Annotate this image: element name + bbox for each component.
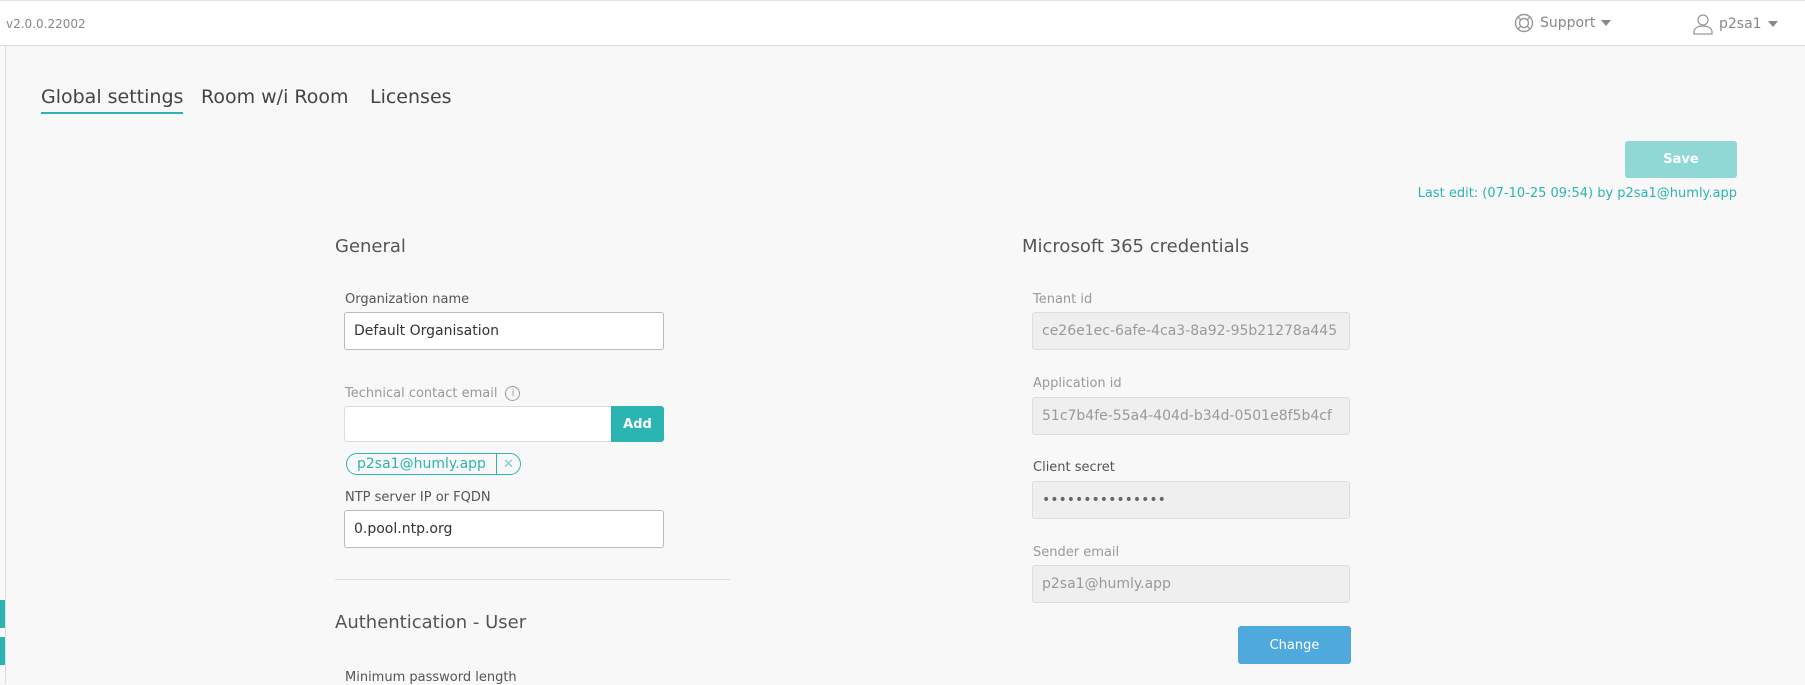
- support-menu[interactable]: Support: [1514, 13, 1612, 33]
- tenant-input[interactable]: ce26e1ec-6afe-4ca3-8a92-95b21278a445: [1032, 312, 1350, 350]
- add-email-button[interactable]: Add: [611, 406, 664, 442]
- user-label: p2sa1: [1719, 16, 1762, 32]
- tenant-label: Tenant id: [1033, 292, 1093, 307]
- section-divider: [335, 579, 730, 580]
- auth-heading: Authentication - User: [335, 612, 527, 633]
- tech-email-label-row: Technical contact email i: [345, 386, 521, 401]
- sidebar-edge: [5, 46, 6, 684]
- general-heading: General: [335, 236, 406, 257]
- close-icon[interactable]: ✕: [495, 454, 520, 474]
- user-icon: [1693, 14, 1713, 35]
- org-name-label: Organization name: [345, 292, 470, 307]
- ntp-input[interactable]: 0.pool.ntp.org: [344, 510, 664, 548]
- app-id-input[interactable]: 51c7b4fe-55a4-404d-b34d-0501e8f5b4cf: [1032, 397, 1350, 435]
- chevron-down-icon: [1601, 20, 1612, 26]
- ntp-label: NTP server IP or FQDN: [345, 490, 491, 505]
- email-chip: p2sa1@humly.app ✕: [346, 453, 521, 475]
- version-label: v2.0.0.22002: [6, 17, 86, 31]
- ms365-heading: Microsoft 365 credentials: [1022, 236, 1250, 257]
- save-button[interactable]: Save: [1625, 141, 1737, 178]
- tech-email-label: Technical contact email: [345, 386, 498, 401]
- app-id-label: Application id: [1033, 376, 1122, 391]
- chevron-down-icon: [1767, 21, 1778, 27]
- tab-licenses[interactable]: Licenses: [370, 86, 452, 112]
- org-name-input[interactable]: Default Organisation: [344, 312, 664, 350]
- client-secret-label: Client secret: [1033, 460, 1115, 475]
- support-label: Support: [1540, 15, 1596, 31]
- tab-global-settings[interactable]: Global settings: [41, 86, 184, 114]
- info-icon[interactable]: i: [505, 386, 521, 401]
- client-secret-input[interactable]: •••••••••••••••: [1032, 481, 1350, 519]
- tab-room-wi-room[interactable]: Room w/i Room: [201, 86, 349, 112]
- change-button[interactable]: Change: [1238, 626, 1351, 664]
- sidebar-toggle-top[interactable]: [0, 600, 5, 628]
- last-edit-info: Last edit: (07-10-25 09:54) by p2sa1@hum…: [1417, 186, 1737, 201]
- tech-email-input[interactable]: [344, 406, 612, 442]
- user-menu[interactable]: p2sa1: [1693, 13, 1778, 35]
- min-password-label: Minimum password length: [345, 670, 517, 685]
- top-bar: v2.0.0.22002 Support p2sa1: [0, 0, 1805, 46]
- sender-email-label: Sender email: [1033, 545, 1120, 560]
- sender-email-input[interactable]: p2sa1@humly.app: [1032, 565, 1350, 603]
- email-chip-label: p2sa1@humly.app: [357, 456, 486, 472]
- lifebuoy-icon: [1514, 13, 1534, 33]
- sidebar-toggle-bottom[interactable]: [0, 637, 5, 665]
